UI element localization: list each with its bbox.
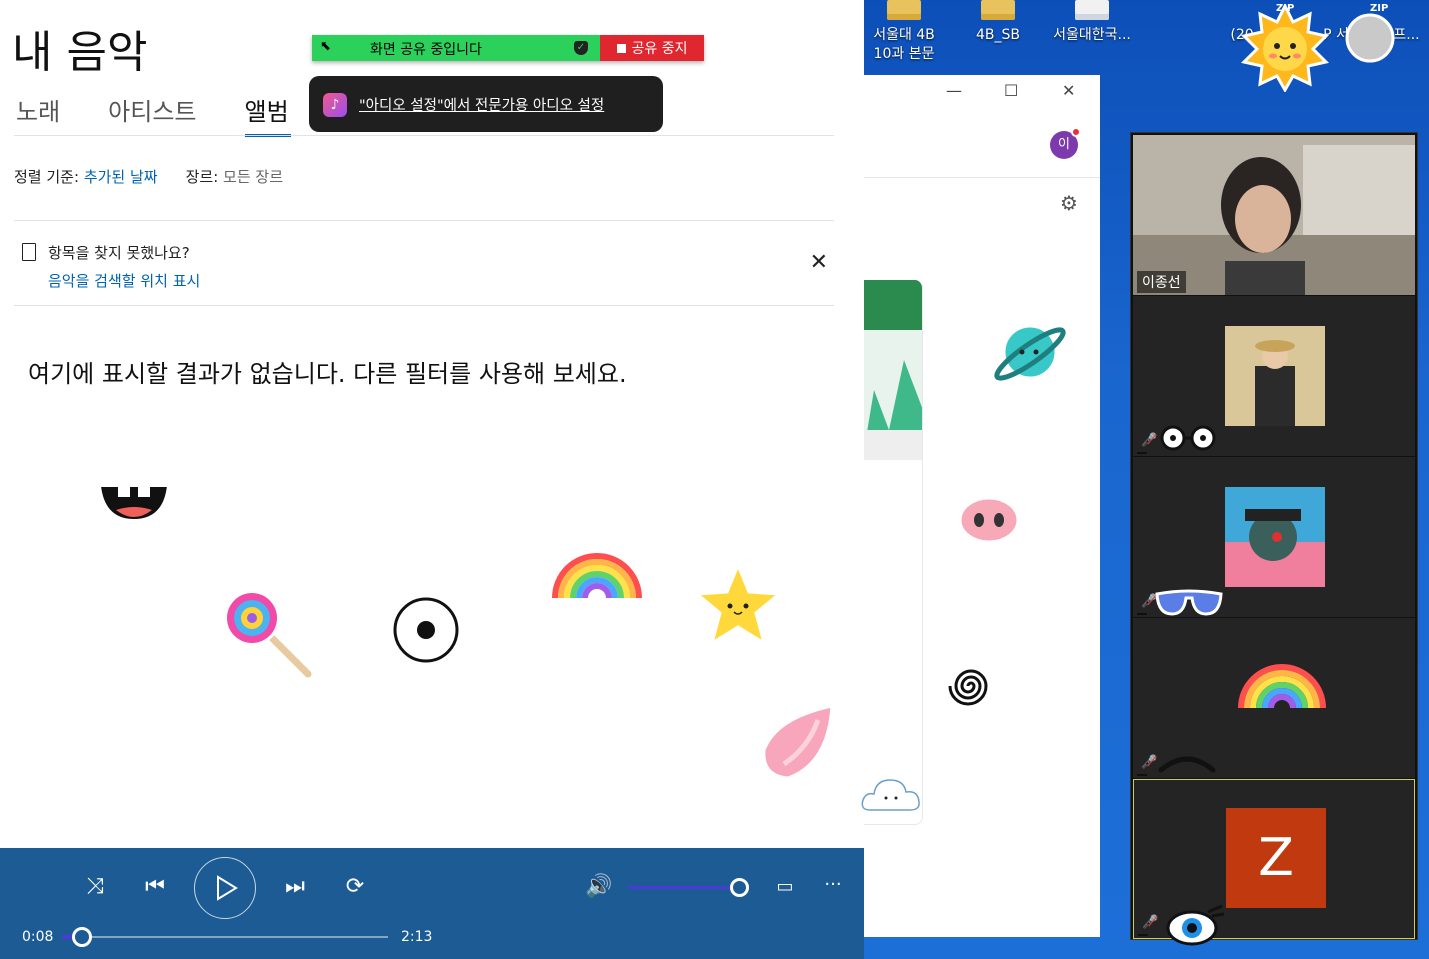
stop-icon [616, 43, 626, 53]
eyeball-sticker-icon [393, 597, 459, 663]
sort-label: 정렬 기준: [14, 168, 80, 186]
notification-dot [1071, 127, 1081, 137]
empty-state-message: 여기에 표시할 결과가 없습니다. 다른 필터를 사용해 보세요. [28, 360, 627, 388]
desktop-icon-label: 서울대 4B 10과 본문 [873, 27, 935, 62]
participant-avatar [1225, 326, 1325, 426]
rainbow-sticker-icon [552, 553, 642, 599]
volume-slider[interactable] [628, 886, 740, 889]
audio-settings-toast: ♪ "아디오 설정"에서 전문가용 아디오 설정 [309, 76, 663, 132]
phone-icon [22, 243, 36, 261]
notice-text: 항목을 찾지 못했나요? [48, 244, 190, 262]
window-controls: — ☐ ✕ [864, 75, 1100, 111]
tab-bar: 노래 아티스트 앨범 [16, 92, 337, 137]
genre-label: 장르: [185, 168, 219, 186]
desktop-icon-folder-1[interactable]: 서울대 4B 10과 본문 [856, 0, 952, 64]
close-icon[interactable]: ✕ [1062, 81, 1075, 100]
participant-avatar [1225, 487, 1325, 587]
audio-settings-link[interactable]: "아디오 설정"에서 전문가용 아디오 설정 [359, 94, 604, 115]
screen-share-bar: ⬉ 화면 공유 중입니다 ✓ 공유 중지 [312, 35, 704, 61]
star-sticker-icon [694, 562, 782, 646]
tab-albums[interactable]: 앨범 [244, 92, 291, 137]
notice-banner: 항목을 찾지 못했나요? 음악을 검색할 위치 표시 ✕ [22, 240, 834, 296]
stop-share-button[interactable]: 공유 중지 [600, 35, 704, 61]
mini-player-icon[interactable]: ▭ [770, 872, 800, 902]
eye-sticker-icon [1166, 904, 1225, 946]
tab-songs[interactable]: 노래 [16, 92, 60, 135]
current-time: 0:08 [22, 929, 54, 945]
gear-icon[interactable]: ⚙ [1060, 193, 1080, 213]
shield-icon: ✓ [574, 41, 588, 55]
participant-avatar: Z [1226, 808, 1326, 908]
stop-share-label: 공유 중지 [631, 41, 688, 57]
divider [14, 305, 834, 306]
seek-bar[interactable] [62, 936, 388, 938]
participant-name [1137, 613, 1147, 615]
lollipop-sticker-icon [224, 590, 312, 678]
total-time: 2:13 [401, 929, 433, 945]
desktop-icon-label: 서울대한국... [1053, 27, 1131, 43]
muted-mic-icon: 🎤̸ [1142, 915, 1159, 930]
rainbow-sticker-icon [1238, 664, 1326, 709]
folder-icon [981, 0, 1015, 20]
volume-slider-knob[interactable] [730, 878, 749, 897]
more-options-button[interactable]: ··· [818, 870, 848, 900]
music-note-icon: ♪ [323, 93, 347, 117]
eyebrow-sticker-icon [1158, 756, 1216, 773]
previous-icon[interactable]: ⏮ [140, 872, 170, 902]
participant-name [1138, 934, 1148, 936]
video-tile[interactable]: 이종선 [1133, 135, 1415, 295]
maximize-icon[interactable]: ☐ [1004, 81, 1018, 100]
share-arrow-icon: ⬉ [320, 39, 331, 54]
share-status-text: 화면 공유 중입니다 [370, 42, 482, 58]
desktop-icon-label: 4B_SB [975, 27, 1020, 43]
muted-mic-icon: 🎤̸ [1141, 433, 1158, 448]
planet-sticker-icon [994, 324, 1066, 381]
participant-name [1137, 452, 1147, 454]
filter-row: 정렬 기준: 추가된 날짜 장르: 모든 장르 [14, 166, 283, 187]
volume-icon[interactable]: 🔊 [582, 872, 616, 902]
sun-sticker-icon [1241, 4, 1329, 92]
desktop-icon-file-3[interactable]: 서울대한국... [1044, 0, 1140, 45]
seek-bar-knob[interactable] [71, 927, 92, 947]
sort-dropdown[interactable]: 추가된 날짜 [84, 168, 158, 186]
card-footer [864, 430, 922, 460]
video-gallery-panel: 이종선 🎤̸ 🎤̸ 🎤̸ Z 🎤̸ [1130, 132, 1418, 940]
show-music-locations-link[interactable]: 음악을 검색할 위치 표시 [48, 270, 200, 291]
document-icon [1075, 0, 1109, 20]
share-status[interactable]: ⬉ 화면 공유 중입니다 ✓ [312, 35, 600, 61]
tab-artists[interactable]: 아티스트 [108, 92, 196, 135]
divider [864, 177, 1100, 178]
divider [14, 220, 834, 221]
minimize-icon[interactable]: — [946, 81, 962, 100]
sunglasses-sticker-icon [1155, 589, 1223, 616]
desktop-icon-folder-2[interactable]: 4B_SB [950, 0, 1046, 45]
genre-dropdown[interactable]: 모든 장르 [223, 168, 283, 186]
muted-mic-icon: 🎤̸ [1141, 755, 1158, 770]
shuffle-icon[interactable]: ⤨ [80, 872, 110, 902]
folder-icon [887, 0, 921, 20]
glasses-sticker-icon [1160, 425, 1216, 451]
music-app-window: 내 음악 노래 아티스트 앨범 정렬 기준: 추가된 날짜 장르: 모든 장르 … [0, 0, 864, 959]
next-icon[interactable]: ⏭ [280, 872, 310, 902]
mouth-sticker-icon [98, 485, 170, 522]
repeat-icon[interactable]: ⟳ [340, 872, 370, 902]
page-title: 내 음악 [12, 27, 148, 78]
spiral-sticker-icon [945, 660, 997, 712]
circle-sticker-icon [1345, 13, 1395, 63]
cloud-sticker-icon [861, 779, 920, 811]
play-icon [217, 875, 238, 901]
card-header-image [864, 280, 922, 330]
play-button[interactable] [194, 857, 256, 919]
pig-nose-sticker-icon [958, 496, 1020, 544]
petal-sticker-icon [762, 704, 834, 780]
playback-bar: ⤨ ⏮ ⏭ ⟳ 🔊 ▭ ··· 0:08 2:13 [0, 848, 864, 959]
close-icon[interactable]: ✕ [810, 252, 828, 274]
divider [14, 135, 834, 136]
content-card[interactable] [864, 280, 923, 825]
participant-name [1137, 774, 1147, 776]
participant-name: 이종선 [1137, 271, 1186, 293]
